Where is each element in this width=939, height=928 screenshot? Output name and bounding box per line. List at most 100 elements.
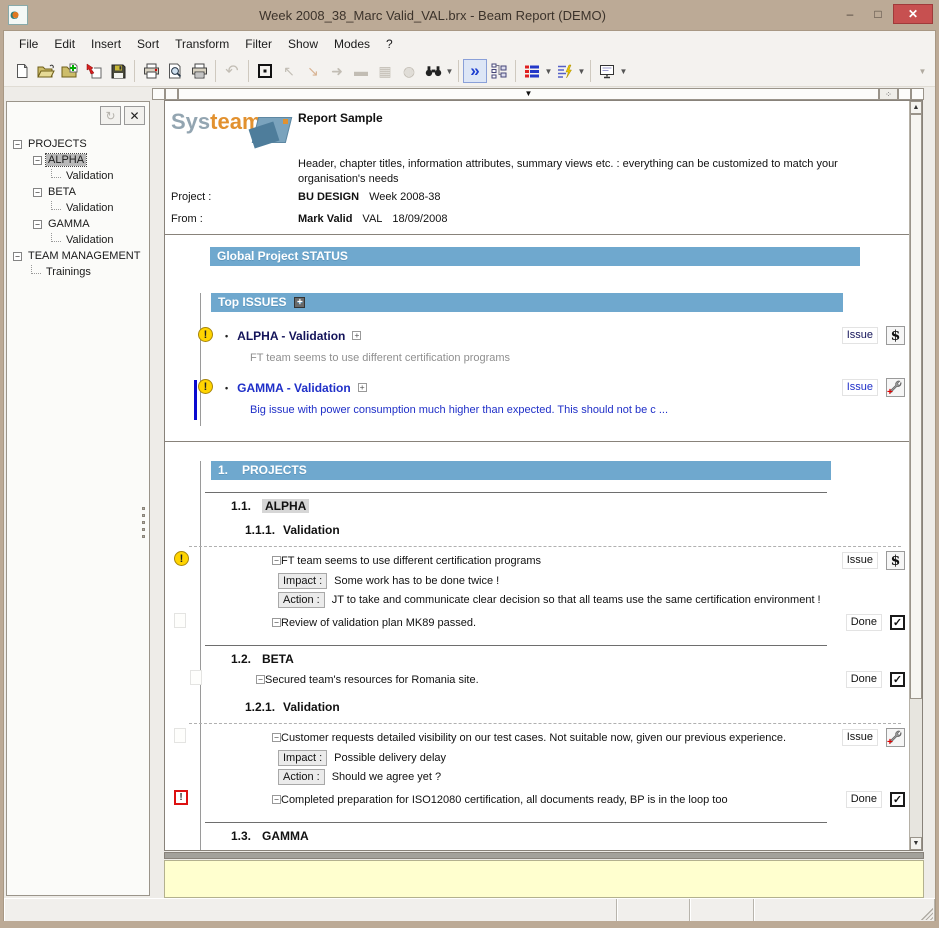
cost-issue-icon[interactable]: $ xyxy=(886,551,905,570)
open-file-icon[interactable] xyxy=(34,59,58,83)
cost-issue-icon[interactable]: $ xyxy=(886,326,905,345)
headers-list-caret-icon[interactable]: ▼ xyxy=(544,67,553,76)
status-panel-1 xyxy=(617,899,690,921)
resize-grip[interactable] xyxy=(921,908,933,920)
expand-icon[interactable]: − xyxy=(272,618,281,627)
print-preview-icon[interactable] xyxy=(163,59,187,83)
tree-item-alpha-validation[interactable]: Validation xyxy=(13,168,142,184)
collapse-box-icon[interactable]: − xyxy=(13,140,22,149)
expand-icon[interactable]: − xyxy=(256,675,265,684)
section-divider xyxy=(165,441,909,442)
find-icon[interactable] xyxy=(421,59,445,83)
menu-file[interactable]: File xyxy=(12,35,45,53)
panel-splitter[interactable] xyxy=(140,507,146,538)
outline-tree-icon[interactable] xyxy=(487,59,511,83)
page-setup-icon[interactable] xyxy=(139,59,163,83)
scroll-cell[interactable] xyxy=(152,88,165,100)
tree-connector xyxy=(51,233,61,242)
menu-help[interactable]: ? xyxy=(379,35,400,53)
status-badge: Done xyxy=(846,791,882,808)
scroll-up-icon[interactable]: ▲ xyxy=(910,101,922,114)
issue-note: Big issue with power consumption much hi… xyxy=(250,404,909,416)
kpi-block: · Name Value Stat Comment Production D4 … xyxy=(201,846,909,850)
menu-modes[interactable]: Modes xyxy=(327,35,377,53)
headers-list-icon[interactable] xyxy=(520,59,544,83)
expand-icon[interactable]: − xyxy=(272,556,281,565)
expand-icon[interactable]: + xyxy=(358,383,367,392)
save-icon[interactable] xyxy=(106,59,130,83)
menu-bar: File Edit Insert Sort Transform Filter S… xyxy=(4,31,935,56)
horizontal-splitter[interactable] xyxy=(164,852,924,859)
presentation-icon[interactable] xyxy=(595,59,619,83)
nav-up-left-icon[interactable]: ↖ xyxy=(277,59,301,83)
maximize-button[interactable]: □ xyxy=(865,4,891,24)
collapse-box-icon[interactable]: − xyxy=(33,220,42,229)
menu-show[interactable]: Show xyxy=(281,35,325,53)
done-checkbox-icon[interactable]: ✓ xyxy=(890,672,905,687)
panel-close-icon[interactable]: ✕ xyxy=(124,106,145,125)
tree-item-trainings[interactable]: Trainings xyxy=(13,264,142,280)
menu-transform[interactable]: Transform xyxy=(168,35,236,53)
done-checkbox-icon[interactable]: ✓ xyxy=(890,615,905,630)
menu-sort[interactable]: Sort xyxy=(130,35,166,53)
overflow-dots-icon[interactable]: ⁘ xyxy=(879,88,898,100)
collapse-box-icon[interactable]: − xyxy=(33,188,42,197)
autoformat-caret-icon[interactable]: ▼ xyxy=(577,67,586,76)
tree-item-gamma-validation[interactable]: Validation xyxy=(13,232,142,248)
collapse-box-icon[interactable]: − xyxy=(33,156,42,165)
presentation-caret-icon[interactable]: ▼ xyxy=(619,67,628,76)
globe-icon[interactable]: ◍ xyxy=(397,59,421,83)
from-label: From : xyxy=(171,213,203,225)
scroll-cell[interactable] xyxy=(165,88,178,100)
status-badge: Done xyxy=(846,614,882,631)
marker-down-icon[interactable]: ▼ xyxy=(525,91,533,97)
tree-item-team-management[interactable]: −TEAM MANAGEMENT xyxy=(13,248,142,264)
undo-icon[interactable]: ↶ xyxy=(220,59,244,83)
scrollbar-thumb[interactable] xyxy=(910,114,922,699)
nav-right-icon[interactable]: ➜ xyxy=(325,59,349,83)
nav-minus-icon[interactable]: ▬ xyxy=(349,59,373,83)
find-caret-icon[interactable]: ▼ xyxy=(445,67,454,76)
tree-item-beta-validation[interactable]: Validation xyxy=(13,200,142,216)
expand-icon[interactable]: − xyxy=(272,795,281,804)
table-grid-icon[interactable]: ▦ xyxy=(373,59,397,83)
scroll-cell[interactable] xyxy=(898,88,911,100)
new-document-icon[interactable] xyxy=(10,59,34,83)
tree-item-projects[interactable]: −PROJECTS xyxy=(13,136,142,152)
tree-item-beta[interactable]: −BETA xyxy=(13,184,142,200)
empty-status-icon xyxy=(174,728,186,743)
menu-edit[interactable]: Edit xyxy=(47,35,82,53)
scrollbar-track[interactable] xyxy=(910,699,922,837)
scroll-down-icon[interactable]: ▼ xyxy=(910,837,922,850)
window-body: File Edit Insert Sort Transform Filter S… xyxy=(3,30,936,921)
menu-insert[interactable]: Insert xyxy=(84,35,128,53)
refresh-icon[interactable]: ↻ xyxy=(100,106,121,125)
menu-filter[interactable]: Filter xyxy=(238,35,279,53)
collapse-box-icon[interactable]: − xyxy=(13,252,22,261)
notes-panel[interactable] xyxy=(164,860,924,898)
import-file-icon[interactable] xyxy=(82,59,106,83)
expand-icon[interactable]: − xyxy=(272,733,281,742)
collapse-chevrons-icon[interactable]: » xyxy=(463,59,487,83)
toolbar: ↶ ↖ ↘ ➜ ▬ ▦ ◍ ▼ » ▼ ▼ ▼ ▼ xyxy=(4,56,935,87)
empty-status-icon xyxy=(190,670,202,685)
tree-item-alpha[interactable]: −ALPHA xyxy=(13,152,142,168)
expand-icon[interactable]: + xyxy=(352,331,361,340)
tree-item-gamma[interactable]: −GAMMA xyxy=(13,216,142,232)
print-icon[interactable] xyxy=(187,59,211,83)
scroll-cell[interactable] xyxy=(911,88,924,100)
target-icon[interactable] xyxy=(253,59,277,83)
autoformat-icon[interactable] xyxy=(553,59,577,83)
open-add-icon[interactable] xyxy=(58,59,82,83)
nav-down-right-icon[interactable]: ↘ xyxy=(301,59,325,83)
add-issue-icon[interactable]: + xyxy=(294,297,305,308)
scroll-track[interactable]: ▼ xyxy=(178,88,879,100)
done-checkbox-icon[interactable]: ✓ xyxy=(890,792,905,807)
close-button[interactable]: ✕ xyxy=(893,4,933,24)
document-top-scrollbar: ▼ ⁘ xyxy=(152,88,924,100)
action-issue-icon[interactable]: + xyxy=(886,728,905,747)
minimize-button[interactable]: – xyxy=(837,4,863,24)
action-issue-icon[interactable]: + xyxy=(886,378,905,397)
toolbar-overflow-icon[interactable]: ▼ xyxy=(918,67,927,76)
selection-bar xyxy=(194,380,197,420)
